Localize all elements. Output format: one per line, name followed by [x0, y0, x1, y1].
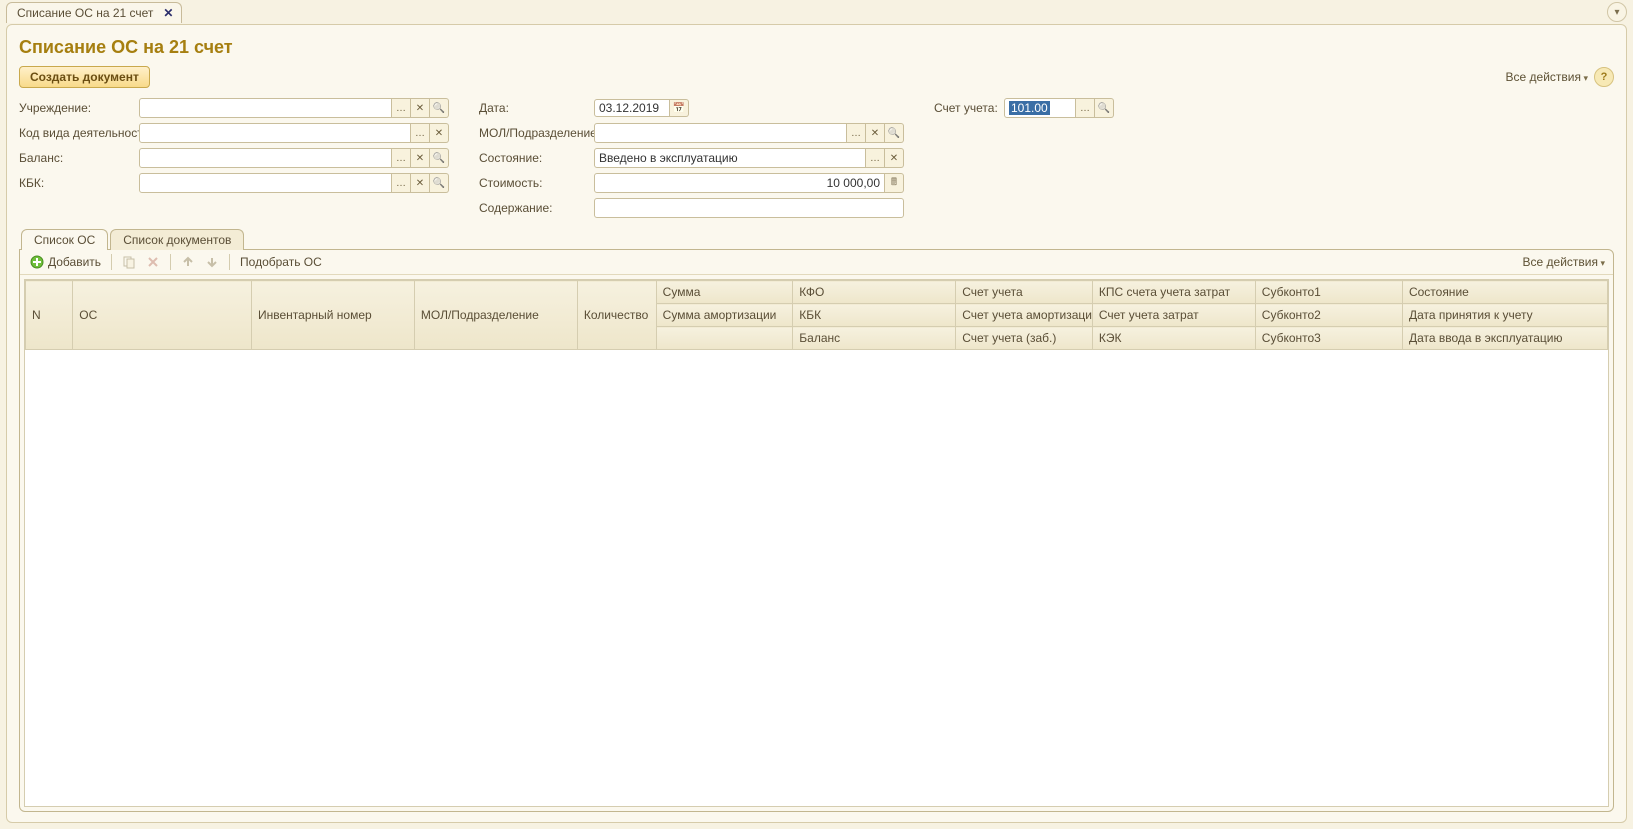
plus-icon [30, 255, 44, 269]
window-tab-title: Списание ОС на 21 счет [17, 6, 153, 20]
ellipsis-icon[interactable]: … [392, 173, 411, 193]
cost-input[interactable] [594, 173, 885, 193]
col-sum-amort[interactable]: Сумма амортизации [656, 304, 793, 327]
ellipsis-icon[interactable]: … [847, 123, 866, 143]
col-kps[interactable]: КПС счета учета затрат [1092, 281, 1255, 304]
col-accept-date[interactable]: Дата принятия к учету [1402, 304, 1607, 327]
filter-form: Учреждение: … ✕ Дата: Счет учета: 101.00 [19, 98, 1614, 218]
search-icon[interactable] [430, 98, 449, 118]
col-mol[interactable]: МОЛ/Подразделение [414, 281, 577, 350]
search-icon[interactable] [885, 123, 904, 143]
col-os[interactable]: ОС [73, 281, 252, 350]
content-input[interactable] [594, 198, 904, 218]
clear-icon[interactable]: ✕ [885, 148, 904, 168]
col-kek[interactable]: КЭК [1092, 327, 1255, 350]
move-down-button[interactable] [203, 254, 221, 270]
institution-input[interactable] [139, 98, 392, 118]
label-cost: Стоимость: [479, 176, 594, 190]
add-label: Добавить [48, 255, 101, 269]
ellipsis-icon[interactable]: … [1076, 98, 1095, 118]
col-kfo[interactable]: КФО [793, 281, 956, 304]
col-account-amort[interactable]: Счет учета амортизации [956, 304, 1093, 327]
col-inv-no[interactable]: Инвентарный номер [251, 281, 414, 350]
activity-code-input[interactable] [139, 123, 411, 143]
close-icon[interactable]: ✕ [163, 6, 173, 20]
arrow-down-icon [205, 255, 219, 269]
clear-icon[interactable]: ✕ [411, 173, 430, 193]
add-button[interactable]: Добавить [28, 254, 103, 270]
help-icon[interactable]: ? [1594, 67, 1614, 87]
kbk-input[interactable] [139, 173, 392, 193]
label-institution: Учреждение: [19, 101, 139, 115]
copy-button[interactable] [120, 254, 138, 270]
inner-tab-row: Список ОС Список документов [21, 228, 1614, 249]
col-account-zab[interactable]: Счет учета (заб.) [956, 327, 1093, 350]
search-icon[interactable] [430, 148, 449, 168]
page-title: Списание ОС на 21 счет [19, 37, 1614, 58]
window-tabbar: Списание ОС на 21 счет ✕ ▾ [6, 0, 1627, 24]
col-subconto2[interactable]: Субконто2 [1255, 304, 1402, 327]
label-date: Дата: [479, 101, 594, 115]
tab-body: Добавить [19, 249, 1614, 812]
calculator-icon[interactable] [885, 173, 904, 193]
tab-documents-list[interactable]: Список документов [110, 229, 244, 250]
col-account[interactable]: Счет учета [956, 281, 1093, 304]
label-balance: Баланс: [19, 151, 139, 165]
clear-icon[interactable]: ✕ [866, 123, 885, 143]
col-n[interactable]: N [26, 281, 73, 350]
create-document-button[interactable]: Создать документ [19, 66, 150, 88]
label-activity-code: Код вида деятельности: [19, 126, 139, 140]
ellipsis-icon[interactable]: … [411, 123, 430, 143]
clear-icon[interactable]: ✕ [411, 98, 430, 118]
arrow-up-icon [181, 255, 195, 269]
pick-os-button[interactable]: Подобрать ОС [238, 254, 324, 270]
col-qty[interactable]: Количество [577, 281, 656, 350]
copy-icon [122, 255, 136, 269]
label-mol: МОЛ/Подразделение: [479, 126, 594, 140]
all-actions-dropdown[interactable]: Все действия [1506, 70, 1589, 84]
ellipsis-icon[interactable]: … [866, 148, 885, 168]
clear-icon[interactable]: ✕ [411, 148, 430, 168]
search-icon[interactable] [430, 173, 449, 193]
col-account-cost[interactable]: Счет учета затрат [1092, 304, 1255, 327]
label-content: Содержание: [479, 201, 594, 215]
collapse-icon[interactable]: ▾ [1607, 2, 1627, 22]
label-state: Состояние: [479, 151, 594, 165]
search-icon[interactable] [1095, 98, 1114, 118]
date-input[interactable] [594, 99, 670, 117]
move-up-button[interactable] [179, 254, 197, 270]
label-account: Счет учета: [934, 101, 1004, 115]
col-balance[interactable]: Баланс [793, 327, 956, 350]
main-panel: Списание ОС на 21 счет Создать документ … [6, 24, 1627, 823]
table-header: N ОС Инвентарный номер МОЛ/Подразделение… [26, 281, 1608, 350]
clear-icon[interactable]: ✕ [430, 123, 449, 143]
balance-input[interactable] [139, 148, 392, 168]
col-state[interactable]: Состояние [1402, 281, 1607, 304]
tab-os-list[interactable]: Список ОС [21, 229, 108, 250]
account-input[interactable]: 101.00 [1004, 98, 1076, 118]
all-actions-table-dropdown[interactable]: Все действия [1523, 255, 1606, 269]
calendar-icon[interactable] [670, 99, 689, 117]
col-commission-date[interactable]: Дата ввода в эксплуатацию [1402, 327, 1607, 350]
col-subconto1[interactable]: Субконто1 [1255, 281, 1402, 304]
state-input[interactable] [594, 148, 866, 168]
col-kbk[interactable]: КБК [793, 304, 956, 327]
os-table[interactable]: N ОС Инвентарный номер МОЛ/Подразделение… [24, 279, 1609, 807]
col-sum[interactable]: Сумма [656, 281, 793, 304]
mol-input[interactable] [594, 123, 847, 143]
window-tab[interactable]: Списание ОС на 21 счет ✕ [6, 2, 182, 23]
ellipsis-icon[interactable]: … [392, 98, 411, 118]
ellipsis-icon[interactable]: … [392, 148, 411, 168]
col-subconto3[interactable]: Субконто3 [1255, 327, 1402, 350]
label-kbk: КБК: [19, 176, 139, 190]
delete-button[interactable] [144, 254, 162, 270]
delete-icon [146, 255, 160, 269]
